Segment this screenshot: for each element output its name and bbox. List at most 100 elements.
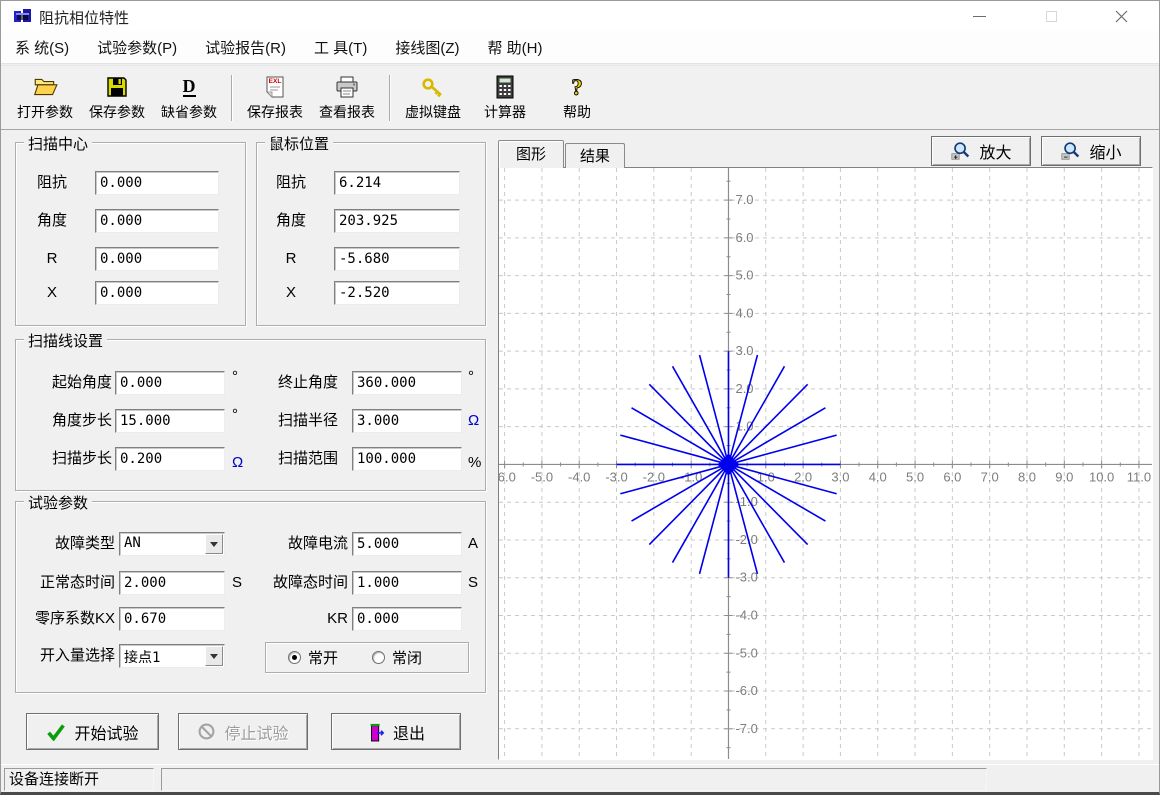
svg-text:EXL: EXL bbox=[269, 78, 282, 85]
svg-text:+: + bbox=[954, 152, 958, 161]
save-floppy-icon bbox=[104, 74, 130, 100]
tab-graph[interactable]: 图形 bbox=[498, 140, 564, 168]
radio-selected-icon bbox=[288, 651, 301, 664]
unit-label: Ω bbox=[468, 409, 479, 433]
check-icon bbox=[46, 723, 66, 741]
radio-normally-closed[interactable]: 常闭 bbox=[372, 647, 422, 668]
menu-test-params[interactable]: 试验参数(P) bbox=[97, 37, 177, 58]
svg-text:7.0: 7.0 bbox=[981, 469, 999, 484]
scan-line-settings-group: 扫描线设置 起始角度 ° 终止角度 ° 角度步长 ° 扫描半径 Ω 扫描步长 Ω… bbox=[15, 339, 486, 491]
scan-center-group: 扫描中心 阻抗 角度 R X bbox=[15, 142, 246, 326]
fault-type-select[interactable]: AN bbox=[119, 532, 225, 556]
svg-text:4.0: 4.0 bbox=[735, 305, 753, 320]
scan-step-input[interactable] bbox=[115, 447, 225, 471]
svg-text:-4.0: -4.0 bbox=[568, 469, 590, 484]
group-title: 扫描线设置 bbox=[24, 330, 107, 351]
chevron-down-icon[interactable] bbox=[205, 534, 223, 554]
angle-step-label: 角度步长 bbox=[24, 409, 112, 433]
radio-normally-open[interactable]: 常开 bbox=[288, 647, 338, 668]
stop-test-button[interactable]: 停止试验 bbox=[178, 713, 308, 750]
svg-text:6.0: 6.0 bbox=[943, 469, 961, 484]
input-select-dropdown[interactable]: 接点1 bbox=[119, 644, 225, 668]
kr-input[interactable] bbox=[352, 607, 462, 631]
menu-system[interactable]: 系 统(S) bbox=[15, 37, 69, 58]
svg-text:4.0: 4.0 bbox=[869, 469, 887, 484]
save-report-button[interactable]: EXL 保存报表 bbox=[239, 69, 311, 127]
scan-range-input[interactable] bbox=[352, 447, 462, 471]
fault-current-input[interactable] bbox=[352, 532, 462, 556]
unit-label: ° bbox=[232, 403, 238, 427]
scan-center-r-input[interactable] bbox=[95, 247, 219, 271]
normal-state-time-label: 正常态时间 bbox=[18, 571, 115, 595]
scan-radius-label: 扫描半径 bbox=[250, 409, 338, 433]
mouse-impedance-field[interactable] bbox=[334, 171, 460, 195]
start-angle-input[interactable] bbox=[115, 371, 225, 395]
menu-help[interactable]: 帮 助(H) bbox=[487, 37, 542, 58]
app-icon bbox=[14, 8, 31, 25]
angle-label: 角度 bbox=[265, 209, 317, 233]
virtual-keyboard-button[interactable]: 虚拟键盘 bbox=[397, 69, 469, 127]
open-folder-icon bbox=[32, 74, 58, 100]
svg-text:3.0: 3.0 bbox=[831, 469, 849, 484]
status-bar: 设备连接断开 bbox=[1, 764, 1159, 793]
maximize-button[interactable] bbox=[1029, 1, 1074, 31]
svg-text:6.0: 6.0 bbox=[735, 230, 753, 245]
calculator-button[interactable]: 计算器 bbox=[469, 69, 541, 127]
normal-state-time-input[interactable] bbox=[119, 571, 225, 595]
zoom-out-button[interactable]: − 缩小 bbox=[1041, 136, 1141, 166]
zoom-in-button[interactable]: + 放大 bbox=[931, 136, 1031, 166]
fault-state-time-input[interactable] bbox=[352, 571, 462, 595]
svg-text:3.0: 3.0 bbox=[735, 343, 753, 358]
svg-text:-3.0: -3.0 bbox=[735, 570, 757, 585]
stop-icon bbox=[197, 722, 216, 741]
chevron-down-icon[interactable] bbox=[205, 646, 223, 666]
close-button[interactable] bbox=[1099, 1, 1144, 31]
default-params-icon: D bbox=[176, 74, 202, 100]
input-select-label: 开入量选择 bbox=[18, 644, 115, 668]
impedance-sweep-chart[interactable]: -6.0-5.0-4.0-3.0-2.0-1.01.02.03.04.05.06… bbox=[499, 168, 1152, 759]
tab-result[interactable]: 结果 bbox=[565, 143, 625, 168]
save-params-button[interactable]: 保存参数 bbox=[81, 69, 153, 127]
scan-center-x-input[interactable] bbox=[95, 281, 219, 305]
exit-button[interactable]: 退出 bbox=[331, 713, 461, 750]
unit-label: Ω bbox=[232, 451, 243, 475]
svg-text:10.0: 10.0 bbox=[1089, 469, 1114, 484]
svg-text:2.0: 2.0 bbox=[735, 381, 753, 396]
menu-test-report[interactable]: 试验报告(R) bbox=[205, 37, 286, 58]
view-report-button[interactable]: 查看报表 bbox=[311, 69, 383, 127]
toolbar-separator bbox=[389, 75, 391, 121]
fault-current-label: 故障电流 bbox=[250, 532, 348, 556]
mouse-x-field[interactable] bbox=[334, 281, 460, 305]
mouse-position-group: 鼠标位置 阻抗 角度 R X bbox=[256, 142, 486, 326]
open-params-button[interactable]: 打开参数 bbox=[9, 69, 81, 127]
mouse-angle-field[interactable] bbox=[334, 209, 460, 233]
end-angle-input[interactable] bbox=[352, 371, 462, 395]
scan-range-label: 扫描范围 bbox=[250, 447, 338, 471]
start-test-button[interactable]: 开始试验 bbox=[26, 713, 159, 750]
scan-radius-input[interactable] bbox=[352, 409, 462, 433]
unit-label: S bbox=[232, 571, 242, 595]
svg-text:9.0: 9.0 bbox=[1055, 469, 1073, 484]
zero-seq-kx-input[interactable] bbox=[119, 607, 225, 631]
toolbar-separator bbox=[231, 75, 233, 121]
minimize-button[interactable] bbox=[957, 1, 1002, 31]
toolbar: 打开参数 保存参数 D 缺省参数 bbox=[1, 65, 1159, 130]
fault-state-time-label: 故障态时间 bbox=[250, 571, 348, 595]
svg-text:?: ? bbox=[571, 75, 583, 100]
mouse-r-field[interactable] bbox=[334, 247, 460, 271]
default-params-button[interactable]: D 缺省参数 bbox=[153, 69, 225, 127]
r-label: R bbox=[26, 247, 78, 271]
menu-bar: 系 统(S) 试验参数(P) 试验报告(R) 工 具(T) 接线图(Z) 帮 助… bbox=[1, 31, 1159, 64]
scan-center-impedance-input[interactable] bbox=[95, 171, 219, 195]
angle-step-input[interactable] bbox=[115, 409, 225, 433]
fault-type-label: 故障类型 bbox=[18, 532, 115, 556]
title-bar: 阻抗相位特性 bbox=[1, 1, 1159, 31]
menu-tools[interactable]: 工 具(T) bbox=[314, 37, 367, 58]
svg-text:-6.0: -6.0 bbox=[735, 683, 757, 698]
unit-label: ° bbox=[232, 365, 238, 389]
svg-text:-4.0: -4.0 bbox=[735, 607, 757, 622]
help-button[interactable]: ? 帮助 bbox=[541, 69, 613, 127]
unit-label: % bbox=[468, 451, 481, 475]
scan-center-angle-input[interactable] bbox=[95, 209, 219, 233]
menu-wiring-diagram[interactable]: 接线图(Z) bbox=[395, 37, 459, 58]
